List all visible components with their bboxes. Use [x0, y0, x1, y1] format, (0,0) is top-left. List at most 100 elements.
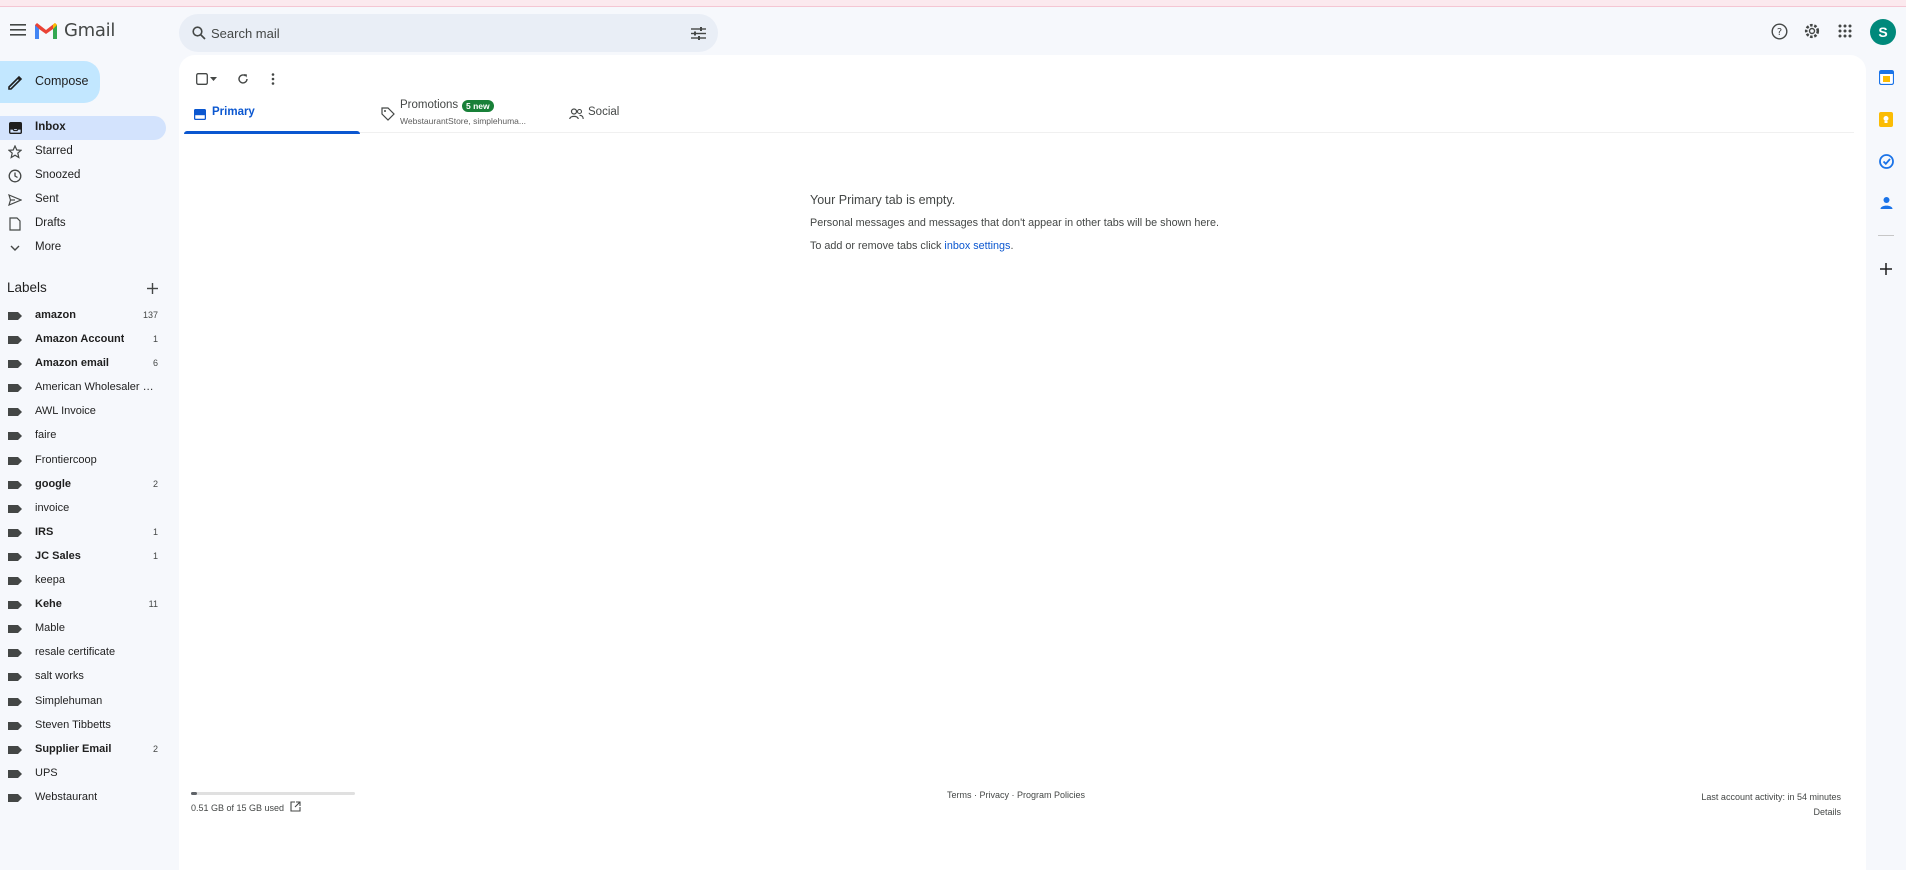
label-item[interactable]: JC Sales 1	[0, 545, 166, 569]
label-tag-icon	[8, 673, 22, 682]
label-item[interactable]: Kehe 11	[0, 593, 166, 617]
tab-promotions[interactable]: Promotions 5 new WebstaurantStore, simpl…	[372, 95, 548, 133]
empty-state-description: Personal messages and messages that don'…	[810, 217, 1219, 229]
tab-label: Promotions	[400, 99, 459, 111]
label-item[interactable]: amazon 137	[0, 304, 166, 328]
label-item[interactable]: Supplier Email 2	[0, 738, 166, 762]
side-panel	[1866, 55, 1906, 870]
label-name: Amazon Account	[35, 333, 125, 346]
label-item[interactable]: AWL Invoice	[0, 400, 166, 424]
settings-gear-icon[interactable]	[1799, 18, 1825, 44]
main-panel: Primary Promotions 5 new WebstaurantStor…	[179, 55, 1866, 870]
tag-icon	[380, 106, 396, 122]
label-item[interactable]: UPS	[0, 762, 166, 786]
labels-heading: Labels	[7, 280, 47, 295]
nav-item-more[interactable]: More	[0, 236, 166, 260]
program-policies-link[interactable]: Program Policies	[1017, 790, 1085, 800]
label-item[interactable]: Simplehuman	[0, 690, 166, 714]
label-tag-icon	[8, 721, 22, 730]
storage-progress-bar	[191, 792, 355, 795]
refresh-icon[interactable]	[233, 69, 253, 89]
activity-details-link[interactable]: Details	[1701, 805, 1841, 820]
label-item[interactable]: invoice	[0, 497, 166, 521]
label-item[interactable]: IRS 1	[0, 521, 166, 545]
keep-icon[interactable]	[1876, 109, 1896, 129]
label-item[interactable]: resale certificate	[0, 641, 166, 665]
main-menu-button[interactable]	[3, 15, 33, 45]
label-count: 1	[152, 550, 158, 561]
label-name: Steven Tibbetts	[35, 718, 111, 731]
label-tag-icon	[8, 384, 22, 393]
calendar-icon[interactable]	[1876, 67, 1896, 87]
more-options-icon[interactable]	[263, 69, 283, 89]
label-item[interactable]: keepa	[0, 569, 166, 593]
settings-line-suffix: .	[1010, 240, 1014, 252]
inbox-icon	[192, 106, 208, 122]
nav-item-inbox[interactable]: Inbox	[0, 116, 166, 140]
label-item[interactable]: Steven Tibbetts	[0, 714, 166, 738]
nav-item-snoozed[interactable]: Snoozed	[0, 164, 166, 188]
select-dropdown-caret-icon[interactable]	[207, 69, 219, 89]
privacy-link[interactable]: Privacy	[980, 790, 1010, 800]
label-item[interactable]: faire	[0, 424, 166, 448]
label-count: 11	[148, 599, 158, 610]
label-tag-icon	[8, 456, 22, 465]
footer-separator: ·	[1009, 790, 1018, 800]
gmail-m-icon	[35, 22, 57, 39]
tab-social[interactable]: Social	[560, 95, 736, 133]
gmail-logo[interactable]: Gmail	[34, 20, 115, 41]
nav-item-starred[interactable]: Starred	[0, 140, 166, 164]
label-item[interactable]: American Wholesaler S...	[0, 376, 166, 400]
app-header: Gmail ? S	[0, 7, 1906, 55]
last-activity-text: Last account activity: in 54 minutes	[1701, 792, 1841, 802]
nav-label: Drafts	[35, 217, 66, 229]
search-input[interactable]	[211, 22, 651, 44]
label-item[interactable]: salt works	[0, 665, 166, 689]
label-item[interactable]: Amazon Account 1	[0, 328, 166, 352]
search-bar[interactable]	[179, 14, 718, 52]
tab-label: Social	[588, 106, 620, 118]
nav-item-drafts[interactable]: Drafts	[0, 212, 166, 236]
category-tabs: Primary Promotions 5 new WebstaurantStor…	[184, 95, 1854, 134]
chevron-down-icon	[7, 240, 23, 256]
label-tag-icon	[8, 504, 22, 513]
label-tag-icon	[8, 625, 22, 634]
create-label-icon[interactable]	[142, 278, 162, 298]
settings-line-prefix: To add or remove tabs click	[810, 240, 945, 252]
open-in-new-icon[interactable]	[290, 801, 301, 814]
label-tag-icon	[8, 769, 22, 778]
new-count-badge: 5 new	[462, 100, 494, 112]
label-item[interactable]: Mable	[0, 617, 166, 641]
label-name: Frontiercoop	[35, 453, 97, 466]
label-name: Simplehuman	[35, 694, 103, 707]
nav-item-sent[interactable]: Sent	[0, 188, 166, 212]
account-avatar[interactable]: S	[1870, 19, 1896, 45]
terms-link[interactable]: Terms	[947, 790, 972, 800]
label-item[interactable]: Amazon email 6	[0, 352, 166, 376]
labels-list: amazon 137 Amazon Account 1 Amazon email 6 Ame…	[0, 304, 170, 810]
label-tag-icon	[8, 697, 22, 706]
apps-grid-icon[interactable]	[1832, 18, 1858, 44]
nav-label: Sent	[35, 193, 59, 205]
tasks-icon[interactable]	[1876, 151, 1896, 171]
label-name: salt works	[35, 670, 84, 683]
compose-button[interactable]: Compose	[0, 61, 100, 103]
label-count: 6	[152, 358, 158, 369]
inbox-settings-link[interactable]: inbox settings	[944, 240, 1010, 252]
tab-label: Primary	[212, 106, 255, 118]
add-addon-icon[interactable]	[1876, 259, 1896, 279]
contacts-icon[interactable]	[1876, 193, 1896, 213]
label-tag-icon	[8, 360, 22, 369]
label-name: Webstaurant	[35, 790, 98, 803]
tab-primary[interactable]: Primary	[184, 95, 360, 134]
search-options-icon[interactable]	[688, 23, 708, 43]
search-icon[interactable]	[189, 23, 209, 43]
label-tag-icon	[8, 528, 22, 537]
label-tag-icon	[8, 745, 22, 754]
label-item[interactable]: google 2	[0, 473, 166, 497]
label-count: 1	[152, 526, 158, 537]
label-item[interactable]: Frontiercoop	[0, 449, 166, 473]
help-icon[interactable]: ?	[1766, 18, 1792, 44]
footer-separator: ·	[971, 790, 980, 800]
label-item[interactable]: Webstaurant	[0, 786, 166, 810]
